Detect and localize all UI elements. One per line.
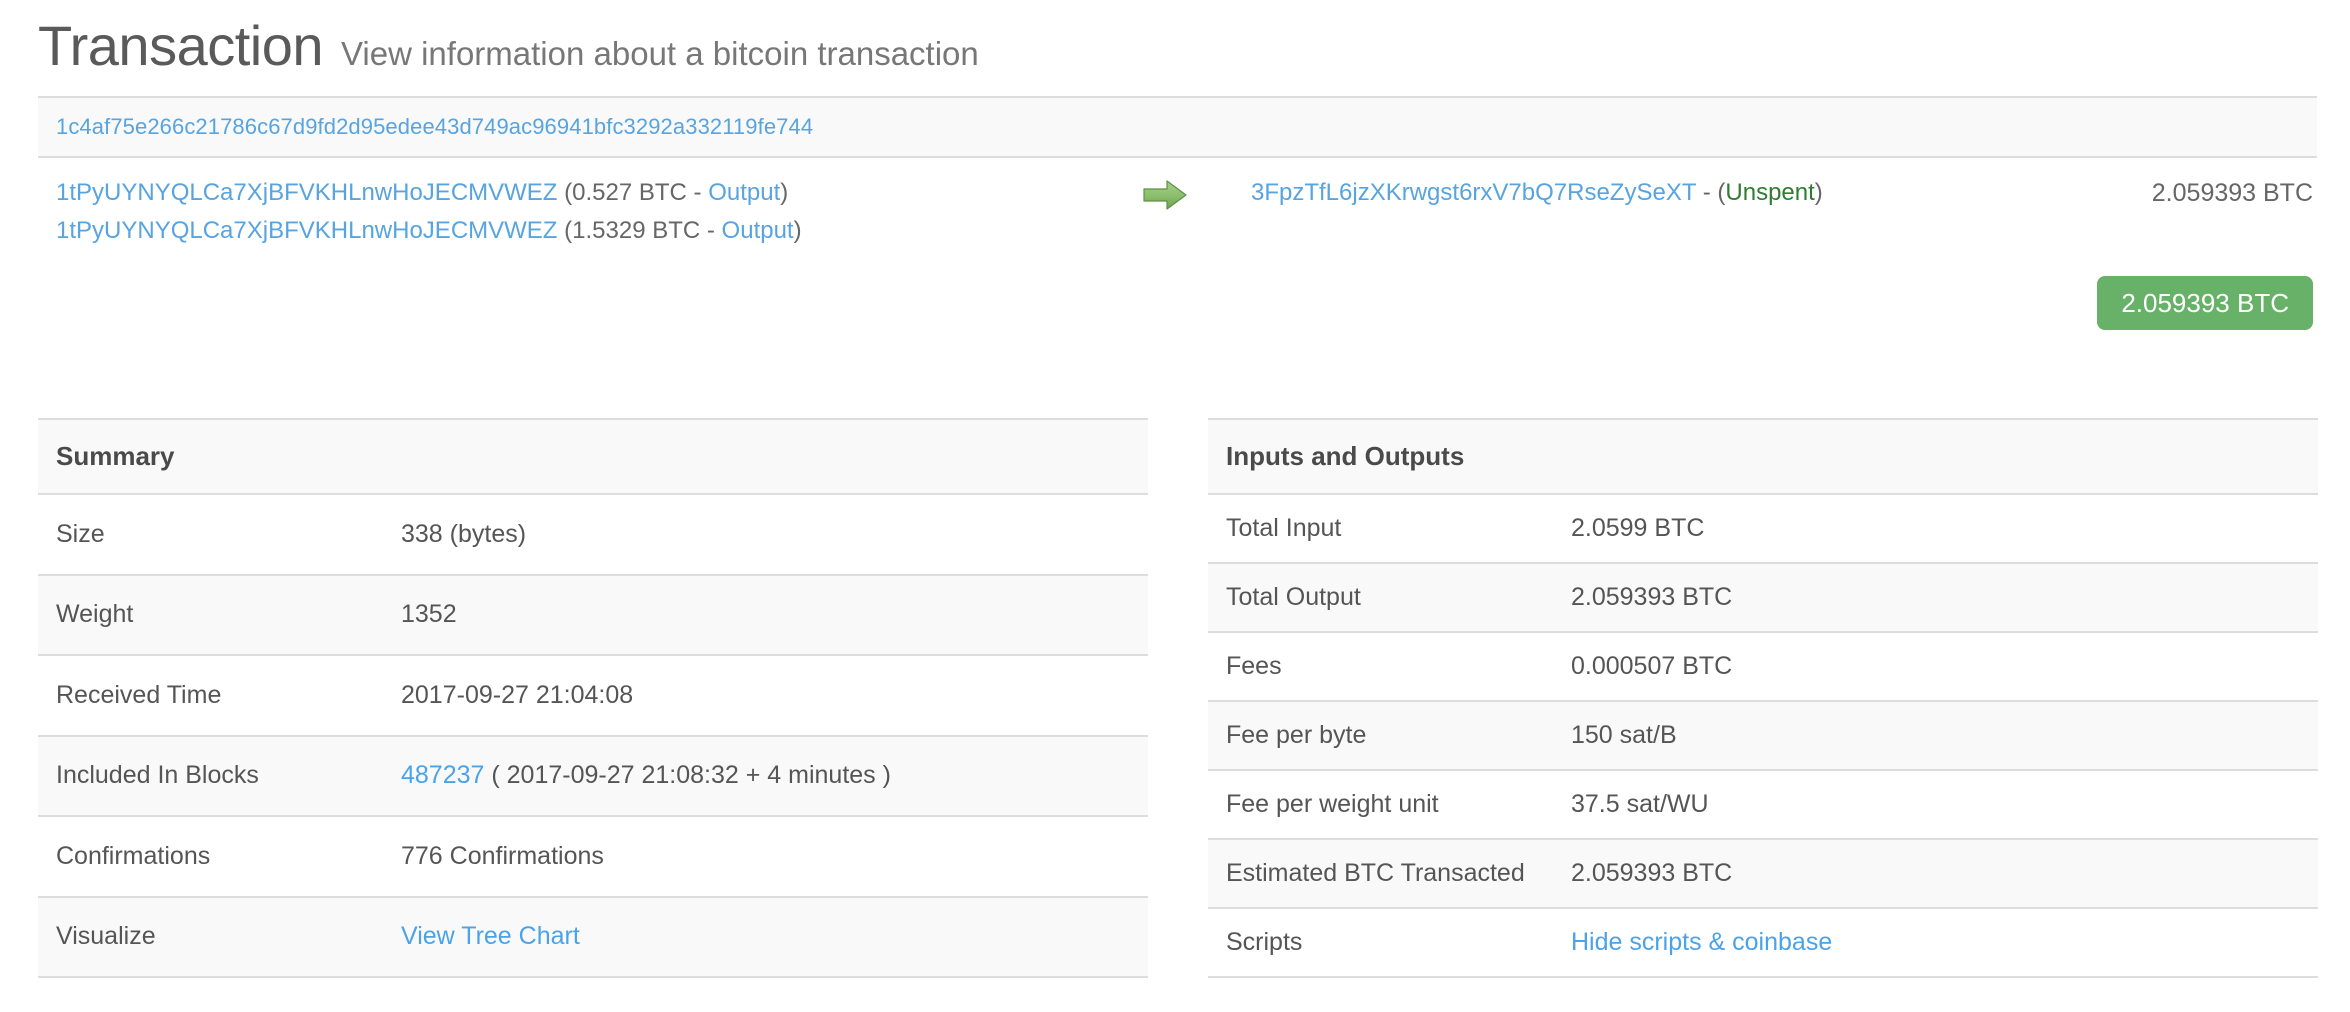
row-label: Fees bbox=[1208, 631, 1553, 701]
row-label: Weight bbox=[38, 573, 383, 655]
input-line: 1tPyUYNYQLCa7XjBFVKHLnwHoJECMVWEZ (1.532… bbox=[56, 212, 1143, 250]
transaction-hash-row: 1c4af75e266c21786c67d9fd2d95edee43d749ac… bbox=[38, 98, 2317, 158]
table-row: Confirmations 776 Confirmations bbox=[38, 815, 1148, 897]
input-address-link[interactable]: 1tPyUYNYQLCa7XjBFVKHLnwHoJECMVWEZ bbox=[56, 217, 557, 244]
input-address-link[interactable]: 1tPyUYNYQLCa7XjBFVKHLnwHoJECMVWEZ bbox=[56, 179, 557, 206]
inputs-outputs-table-header-row: Inputs and Outputs bbox=[1208, 418, 2318, 495]
summary-table-header-row: Summary bbox=[38, 418, 1148, 495]
details-tables: Summary Size 338 (bytes) Weight 1352 Rec… bbox=[38, 418, 2350, 978]
row-label: Visualize bbox=[38, 895, 383, 978]
row-label: Confirmations bbox=[38, 815, 383, 897]
arrow-cell bbox=[1143, 174, 1251, 210]
table-row: Total Output 2.059393 BTC bbox=[1208, 562, 2318, 632]
row-value: 2017-09-27 21:04:08 bbox=[383, 654, 1148, 736]
input-close-paren: ) bbox=[780, 179, 789, 206]
input-amount-text: (0.527 BTC - bbox=[564, 179, 709, 206]
row-label: Size bbox=[38, 493, 383, 575]
table-row: Scripts Hide scripts & coinbase bbox=[1208, 907, 2318, 978]
inputs-outputs-row: 1tPyUYNYQLCa7XjBFVKHLnwHoJECMVWEZ (0.527… bbox=[38, 158, 2317, 258]
inputs-outputs-table-heading: Inputs and Outputs bbox=[1208, 418, 2318, 495]
total-amount-badge: 2.059393 BTC bbox=[2097, 276, 2313, 330]
total-badge-row: 2.059393 BTC bbox=[38, 258, 2317, 330]
outputs-column: 3FpzTfL6jzXKrwgst6rxV7bQ7RseZySeXT - (Un… bbox=[1251, 174, 2017, 212]
table-row: Fee per byte 150 sat/B bbox=[1208, 700, 2318, 770]
table-row: Estimated BTC Transacted 2.059393 BTC bbox=[1208, 838, 2318, 908]
table-row: Included In Blocks 487237 ( 2017-09-27 2… bbox=[38, 734, 1148, 816]
green-right-arrow-icon bbox=[1143, 180, 1187, 210]
row-label: Scripts bbox=[1208, 907, 1553, 978]
row-label: Estimated BTC Transacted bbox=[1208, 838, 1553, 908]
inputs-column: 1tPyUYNYQLCa7XjBFVKHLnwHoJECMVWEZ (0.527… bbox=[38, 174, 1143, 250]
transaction-hash-link[interactable]: 1c4af75e266c21786c67d9fd2d95edee43d749ac… bbox=[56, 114, 813, 139]
table-row: Total Input 2.0599 BTC bbox=[1208, 493, 2318, 563]
input-close-paren: ) bbox=[793, 217, 802, 244]
output-address-link[interactable]: 3FpzTfL6jzXKrwgst6rxV7bQ7RseZySeXT bbox=[1251, 179, 1696, 206]
table-row: Visualize View Tree Chart bbox=[38, 895, 1148, 978]
transaction-page: Transaction View information about a bit… bbox=[0, 0, 2350, 1012]
input-amount-text: (1.5329 BTC - bbox=[564, 217, 722, 244]
row-value: 338 (bytes) bbox=[383, 493, 1148, 575]
table-row: Size 338 (bytes) bbox=[38, 493, 1148, 575]
table-row: Weight 1352 bbox=[38, 573, 1148, 655]
summary-table-heading: Summary bbox=[38, 418, 1148, 495]
row-value: 2.059393 BTC bbox=[1553, 562, 2318, 632]
output-status: Unspent bbox=[1725, 179, 1815, 206]
input-output-link[interactable]: Output bbox=[722, 217, 794, 244]
view-tree-chart-link[interactable]: View Tree Chart bbox=[401, 922, 580, 950]
row-value: 2.0599 BTC bbox=[1553, 493, 2318, 563]
row-label: Received Time bbox=[38, 654, 383, 736]
table-row: Fees 0.000507 BTC bbox=[1208, 631, 2318, 701]
row-label: Total Output bbox=[1208, 562, 1553, 632]
output-line: 3FpzTfL6jzXKrwgst6rxV7bQ7RseZySeXT - (Un… bbox=[1251, 174, 2017, 212]
transaction-overview-block: 1c4af75e266c21786c67d9fd2d95edee43d749ac… bbox=[38, 96, 2317, 330]
row-label: Fee per weight unit bbox=[1208, 769, 1553, 839]
output-separator: - ( bbox=[1696, 179, 1726, 206]
page-title: Transaction bbox=[38, 14, 324, 77]
row-value: 1352 bbox=[383, 573, 1148, 655]
row-value: 2.059393 BTC bbox=[1553, 838, 2318, 908]
block-time-text: ( 2017-09-27 21:08:32 + 4 minutes ) bbox=[484, 761, 891, 790]
output-amount-cell: 2.059393 BTC bbox=[2017, 174, 2317, 212]
summary-table: Summary Size 338 (bytes) Weight 1352 Rec… bbox=[38, 418, 1148, 978]
page-subtitle: View information about a bitcoin transac… bbox=[341, 35, 979, 72]
row-value: 487237 ( 2017-09-27 21:08:32 + 4 minutes… bbox=[383, 734, 1148, 816]
row-value: 776 Confirmations bbox=[383, 815, 1148, 897]
row-value: View Tree Chart bbox=[383, 895, 1148, 978]
table-row: Received Time 2017-09-27 21:04:08 bbox=[38, 654, 1148, 736]
table-row: Fee per weight unit 37.5 sat/WU bbox=[1208, 769, 2318, 839]
input-line: 1tPyUYNYQLCa7XjBFVKHLnwHoJECMVWEZ (0.527… bbox=[56, 174, 1143, 212]
row-value: Hide scripts & coinbase bbox=[1553, 907, 2318, 978]
page-header: Transaction View information about a bit… bbox=[0, 0, 2350, 96]
row-label: Fee per byte bbox=[1208, 700, 1553, 770]
block-height-link[interactable]: 487237 bbox=[401, 761, 484, 789]
output-close-paren: ) bbox=[1814, 179, 1823, 206]
row-label: Total Input bbox=[1208, 493, 1553, 563]
inputs-outputs-table: Inputs and Outputs Total Input 2.0599 BT… bbox=[1208, 418, 2318, 978]
row-value: 37.5 sat/WU bbox=[1553, 769, 2318, 839]
row-label: Included In Blocks bbox=[38, 734, 383, 816]
hide-scripts-link[interactable]: Hide scripts & coinbase bbox=[1571, 928, 1832, 956]
row-value: 0.000507 BTC bbox=[1553, 631, 2318, 701]
output-amount: 2.059393 BTC bbox=[2151, 179, 2313, 207]
input-output-link[interactable]: Output bbox=[708, 179, 780, 206]
row-value: 150 sat/B bbox=[1553, 700, 2318, 770]
